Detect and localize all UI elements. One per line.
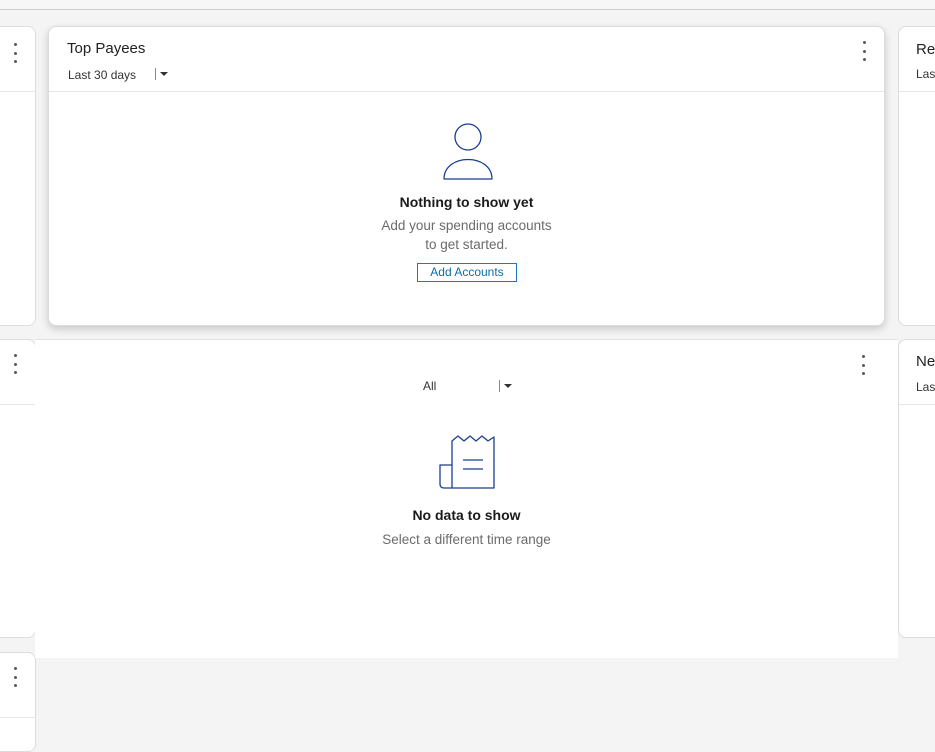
left-card-middle (0, 339, 36, 638)
card-title: Top Payees (67, 40, 146, 57)
receipt-icon (439, 435, 495, 489)
right-card-bottom: Ne Last (898, 339, 935, 638)
empty-state-subtitle-line1: Add your spending accounts (381, 218, 552, 233)
top-payees-card: Top Payees Last 30 days Nothing to show … (48, 26, 885, 326)
period-label: Last 30 days (68, 68, 137, 82)
empty-state-subtitle: Select a different time range (382, 532, 551, 547)
add-accounts-button[interactable]: Add Accounts (417, 263, 517, 282)
right-card-top: Rec Last (898, 26, 935, 326)
period-dropdown[interactable] (499, 379, 512, 393)
right-card-bottom-title: Ne (916, 353, 935, 370)
right-card-top-period: Last (916, 67, 935, 81)
more-vertical-icon[interactable] (8, 667, 22, 687)
empty-state-subtitle-line2: to get started. (425, 237, 508, 252)
right-card-bottom-period: Last (916, 380, 935, 394)
more-vertical-icon[interactable] (856, 355, 870, 375)
caret-down-icon (504, 384, 512, 388)
empty-state-title: Nothing to show yet (399, 194, 534, 210)
left-card-top (0, 26, 36, 326)
more-vertical-icon[interactable] (857, 41, 871, 61)
second-widget: All No data to show Select a different t… (35, 339, 898, 658)
period-label: All (423, 379, 437, 393)
more-vertical-icon[interactable] (8, 43, 22, 63)
more-vertical-icon[interactable] (8, 354, 22, 374)
top-bar (0, 0, 935, 10)
left-card-bottom (0, 652, 36, 752)
caret-down-icon (160, 72, 168, 76)
person-icon (443, 123, 493, 180)
period-dropdown[interactable] (155, 67, 168, 81)
empty-state-title: No data to show (412, 507, 521, 523)
right-card-top-title: Rec (916, 41, 935, 58)
